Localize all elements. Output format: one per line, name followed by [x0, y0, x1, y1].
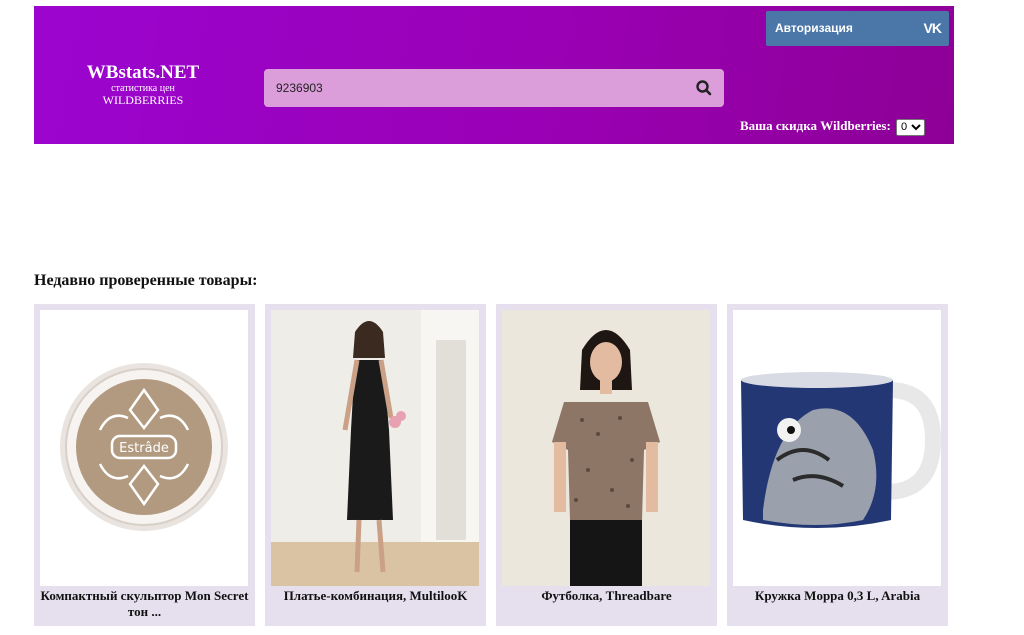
- vk-login-button[interactable]: Авторизация VK: [766, 11, 949, 46]
- site-logo[interactable]: WBstats.NET статистика цен WILDBERRIES: [78, 63, 208, 107]
- vk-icon: VK: [923, 20, 942, 36]
- discount-selector: Ваша скидка Wildberries: 0: [740, 118, 926, 136]
- product-image-tshirt[interactable]: [502, 310, 710, 586]
- product-card[interactable]: Estrâde Компактный скульптор Mon Secret …: [34, 304, 255, 626]
- product-image-dress[interactable]: [271, 310, 479, 586]
- product-name[interactable]: Футболка, Threadbare: [498, 588, 715, 604]
- discount-label: Ваша скидка Wildberries:: [740, 118, 891, 133]
- product-card[interactable]: Платье-комбинация, MultilooK: [265, 304, 486, 626]
- search-bar: [264, 69, 724, 107]
- product-image-mug[interactable]: [733, 310, 941, 586]
- auth-label: Авторизация: [775, 21, 853, 35]
- site-header: WBstats.NET статистика цен WILDBERRIES А…: [34, 6, 954, 144]
- product-card[interactable]: Футболка, Threadbare: [496, 304, 717, 626]
- product-name[interactable]: Компактный скульптор Mon Secret тон ...: [36, 588, 253, 620]
- product-card[interactable]: Кружка Moppa 0,3 L, Arabia: [727, 304, 948, 626]
- logo-subtitle-2: WILDBERRIES: [102, 93, 184, 107]
- recent-products-title: Недавно проверенные товары:: [34, 272, 258, 289]
- search-icon[interactable]: [694, 78, 714, 98]
- logo-title: WBstats.NET: [86, 62, 200, 83]
- product-image-compact[interactable]: Estrâde: [40, 310, 248, 586]
- product-name[interactable]: Кружка Moppa 0,3 L, Arabia: [729, 588, 946, 604]
- search-input[interactable]: [276, 69, 676, 107]
- compact-brand-text: Estrâde: [119, 441, 169, 456]
- product-name[interactable]: Платье-комбинация, MultilooK: [267, 588, 484, 604]
- discount-select[interactable]: 0: [896, 118, 926, 136]
